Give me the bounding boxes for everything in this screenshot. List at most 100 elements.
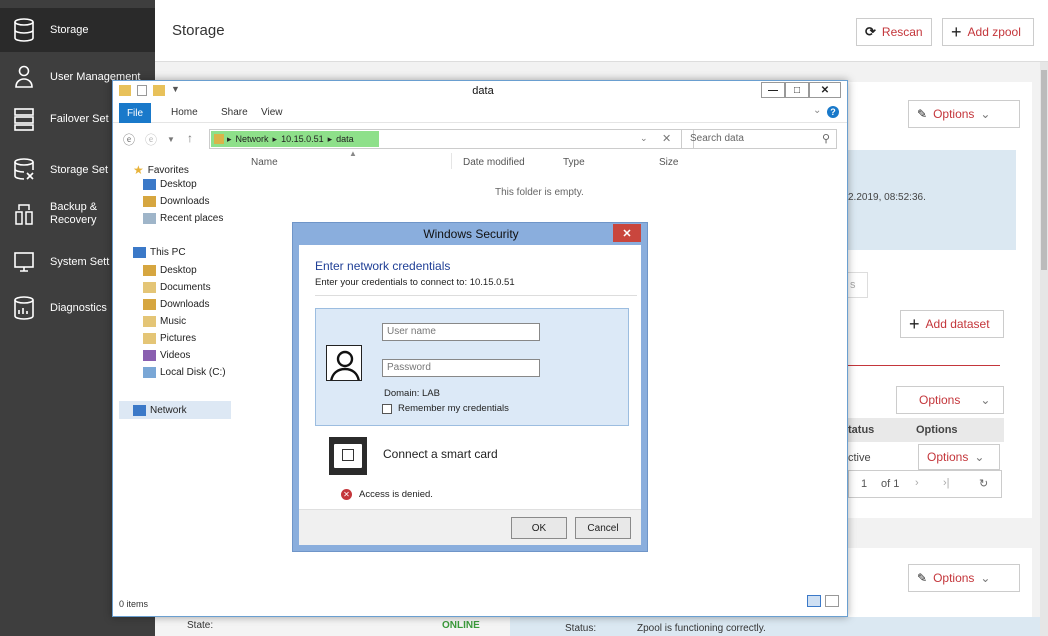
tree-downloads[interactable]: Downloads <box>143 196 209 207</box>
empty-folder-text: This folder is empty. <box>495 187 584 198</box>
options-label: Options <box>927 450 969 464</box>
help-icon[interactable]: ? <box>827 106 839 118</box>
tree-recent[interactable]: Recent places <box>143 213 223 224</box>
tree-pc-downloads[interactable]: Downloads <box>143 299 209 310</box>
password-input[interactable]: Password <box>382 359 540 377</box>
options-dropdown-2[interactable]: Options ⌄ <box>896 386 1004 414</box>
tree-local-disk[interactable]: Local Disk (C:) <box>143 367 226 378</box>
tab-s[interactable]: s <box>848 272 868 298</box>
smart-card-option[interactable]: Connect a smart card <box>383 447 498 461</box>
col-size[interactable]: Size <box>659 157 678 168</box>
tree-network[interactable]: Network <box>119 401 231 419</box>
add-zpool-button[interactable]: + Add zpool <box>942 18 1034 46</box>
downloads-icon <box>143 196 156 207</box>
password-placeholder: Password <box>387 362 431 373</box>
large-icons-view-icon[interactable] <box>825 595 839 607</box>
music-icon <box>143 316 156 327</box>
tree-label: Local Disk (C:) <box>160 367 226 378</box>
tree-label: Desktop <box>160 265 197 276</box>
address-bar[interactable]: ▸ Network ▸ 10.15.0.51 ▸ data ⌄ ✕ <box>209 129 694 149</box>
add-dataset-button[interactable]: + Add dataset <box>900 310 1004 338</box>
network-folder-icon <box>214 134 224 144</box>
tab-file[interactable]: File <box>119 103 151 123</box>
sidebar-item-label: Storage Set <box>50 163 109 176</box>
tab-view[interactable]: View <box>261 107 283 118</box>
page-of: of 1 <box>881 478 900 490</box>
col-type[interactable]: Type <box>563 157 585 168</box>
next-page-icon[interactable]: › <box>915 477 919 489</box>
cancel-button[interactable]: Cancel <box>575 517 631 539</box>
chevron-down-icon[interactable]: ⌄ <box>813 105 821 116</box>
tree-videos[interactable]: Videos <box>143 350 190 361</box>
system-settings-icon <box>10 248 38 276</box>
sidebar-item-storage[interactable]: Storage <box>0 8 155 52</box>
up-arrow-icon[interactable]: ↑ <box>187 131 193 145</box>
network-icon <box>133 404 146 416</box>
checkbox-box[interactable] <box>382 403 392 414</box>
options-dropdown[interactable]: ✎ Options ⌄ <box>908 100 1020 128</box>
desktop-folder-icon <box>143 265 156 276</box>
tree-pictures[interactable]: Pictures <box>143 333 196 344</box>
qat-dropdown-icon[interactable]: ▼ <box>171 84 180 94</box>
diagnostics-icon <box>10 294 38 322</box>
address-dropdown-icon[interactable]: ⌄ <box>640 133 648 144</box>
tab-home[interactable]: Home <box>171 107 198 118</box>
details-view-icon[interactable] <box>807 595 821 607</box>
divider <box>848 365 1000 366</box>
options-dropdown-3[interactable]: ✎ Options ⌄ <box>908 564 1020 592</box>
username-input[interactable]: User name <box>382 323 540 341</box>
sidebar-item-label: System Sett <box>50 255 110 268</box>
tree-thispc[interactable]: This PC <box>133 247 186 258</box>
sidebar-item-label: Diagnostics <box>50 301 107 314</box>
close-icon[interactable]: ✕ <box>613 224 641 242</box>
new-folder-icon[interactable] <box>153 85 165 96</box>
add-zpool-label: Add zpool <box>967 25 1021 39</box>
videos-icon <box>143 350 156 361</box>
tree-desktop[interactable]: Desktop <box>143 179 197 190</box>
sidebar-item-label: Storage <box>50 23 89 36</box>
tree-music[interactable]: Music <box>143 316 186 327</box>
tree-documents[interactable]: Documents <box>143 282 211 293</box>
search-input[interactable]: Search data ⚲ <box>681 129 837 149</box>
last-page-icon[interactable]: ›| <box>943 477 950 489</box>
rescan-button[interactable]: ⟳ Rescan <box>856 18 932 46</box>
status-value: Zpool is functioning correctly. <box>637 623 766 634</box>
tree-label: Favorites <box>147 164 189 176</box>
tree-pc-desktop[interactable]: Desktop <box>143 265 197 276</box>
address-path[interactable]: ▸ Network ▸ 10.15.0.51 ▸ data <box>211 131 379 147</box>
close-icon[interactable]: ✕ <box>809 82 841 98</box>
col-name[interactable]: Name <box>251 157 278 168</box>
item-count: 0 items <box>119 599 149 609</box>
dialog-subheading: Enter your credentials to connect to: 10… <box>315 277 515 288</box>
maximize-icon[interactable]: □ <box>785 82 809 98</box>
explorer-title: data <box>472 85 494 97</box>
pictures-icon <box>143 333 156 344</box>
breadcrumb-host[interactable]: 10.15.0.51 <box>281 134 324 144</box>
remember-credentials-checkbox[interactable]: Remember my credentials <box>382 403 509 414</box>
row-options-dropdown[interactable]: Options ⌄ <box>918 444 1000 470</box>
tree-label: Documents <box>160 282 211 293</box>
col-date-modified[interactable]: Date modified <box>463 157 525 168</box>
scrollbar[interactable] <box>1040 62 1048 636</box>
chevron-down-icon: ⌄ <box>980 107 991 121</box>
minimize-icon[interactable]: — <box>761 82 785 98</box>
domain-text: Domain: LAB <box>384 388 440 399</box>
breadcrumb-network[interactable]: Network <box>236 134 269 144</box>
clear-icon[interactable]: ✕ <box>662 132 671 145</box>
breadcrumb-data[interactable]: data <box>336 134 354 144</box>
explorer-titlebar[interactable]: ▼ data — □ ✕ <box>113 81 847 103</box>
page-title: Storage <box>172 22 225 39</box>
dialog-title: Windows Security <box>423 227 519 241</box>
refresh-icon[interactable]: ↻ <box>979 477 988 490</box>
page-number[interactable]: 1 <box>861 478 867 490</box>
back-icon[interactable]: ⓔ <box>123 131 135 148</box>
credential-tile[interactable]: User name Password Domain: LAB Remember … <box>315 308 629 426</box>
divider <box>315 295 637 296</box>
forward-icon[interactable]: ⓔ <box>145 131 157 148</box>
downloads-icon <box>143 299 156 310</box>
tree-favorites[interactable]: ★ Favorites <box>133 163 189 177</box>
recent-dropdown-icon[interactable]: ▼ <box>167 135 175 144</box>
ok-button[interactable]: OK <box>511 517 567 539</box>
tab-share[interactable]: Share <box>221 107 248 118</box>
properties-icon[interactable] <box>137 85 147 96</box>
